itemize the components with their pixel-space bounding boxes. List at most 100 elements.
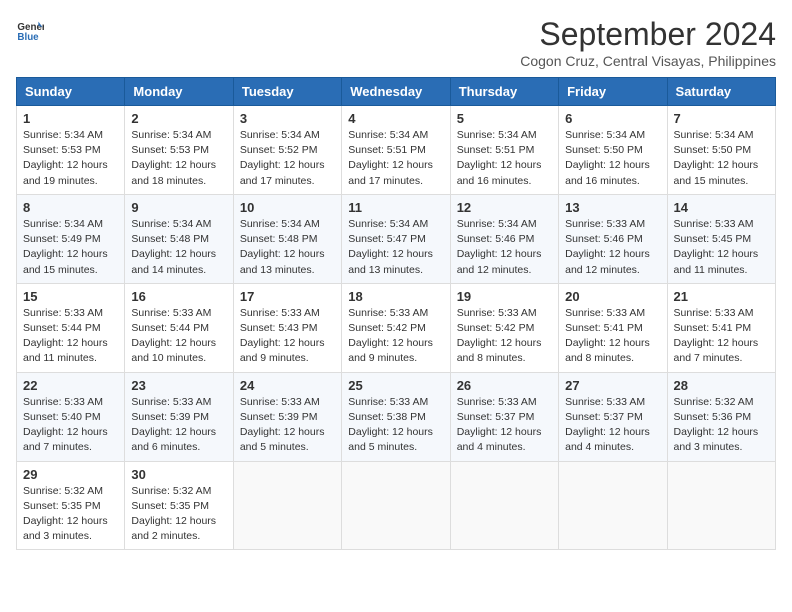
calendar-cell: 1 Sunrise: 5:34 AM Sunset: 5:53 PM Daylig… [17, 106, 125, 195]
calendar-week-1: 1 Sunrise: 5:34 AM Sunset: 5:53 PM Daylig… [17, 106, 776, 195]
day-info: Sunrise: 5:34 AM Sunset: 5:50 PM Dayligh… [565, 128, 660, 189]
calendar-cell: 19Sunrise: 5:33 AM Sunset: 5:42 PM Dayli… [450, 283, 558, 372]
day-info: Sunrise: 5:33 AM Sunset: 5:45 PM Dayligh… [674, 217, 769, 278]
day-info: Sunrise: 5:33 AM Sunset: 5:44 PM Dayligh… [131, 306, 226, 367]
calendar-cell: 26 Sunrise: 5:33 AM Sunset: 5:37 PM Dayli… [450, 372, 558, 461]
weekday-header-thursday: Thursday [450, 78, 558, 106]
day-info: Sunrise: 5:33 AM Sunset: 5:38 PM Dayligh… [348, 395, 443, 456]
weekday-header-saturday: Saturday [667, 78, 775, 106]
calendar-cell: 7 Sunrise: 5:34 AM Sunset: 5:50 PM Daylig… [667, 106, 775, 195]
day-number: 1 [23, 111, 118, 126]
day-info: Sunrise: 5:33 AM Sunset: 5:40 PM Dayligh… [23, 395, 118, 456]
day-number: 7 [674, 111, 769, 126]
calendar-cell: 20 Sunrise: 5:33 AM Sunset: 5:41 PM Dayli… [559, 283, 667, 372]
day-number: 2 [131, 111, 226, 126]
day-number: 10 [240, 200, 335, 215]
day-info: Sunrise: 5:33 AM Sunset: 5:42 PM Dayligh… [348, 306, 443, 367]
calendar-body: 1 Sunrise: 5:34 AM Sunset: 5:53 PM Daylig… [17, 106, 776, 550]
day-number: 17 [240, 289, 335, 304]
day-number: 26 [457, 378, 552, 393]
day-number: 18 [348, 289, 443, 304]
day-info: Sunrise: 5:33 AM Sunset: 5:37 PM Dayligh… [457, 395, 552, 456]
day-info: Sunrise: 5:34 AM Sunset: 5:53 PM Dayligh… [23, 128, 118, 189]
day-number: 22 [23, 378, 118, 393]
calendar-cell [233, 461, 341, 550]
calendar-cell: 18 Sunrise: 5:33 AM Sunset: 5:42 PM Dayli… [342, 283, 450, 372]
day-number: 19 [457, 289, 552, 304]
calendar-cell: 23 Sunrise: 5:33 AM Sunset: 5:39 PM Dayli… [125, 372, 233, 461]
day-number: 27 [565, 378, 660, 393]
calendar-cell: 9 Sunrise: 5:34 AM Sunset: 5:48 PM Daylig… [125, 194, 233, 283]
calendar-week-4: 22 Sunrise: 5:33 AM Sunset: 5:40 PM Dayli… [17, 372, 776, 461]
day-number: 11 [348, 200, 443, 215]
calendar-cell: 24 Sunrise: 5:33 AM Sunset: 5:39 PM Dayli… [233, 372, 341, 461]
day-info: Sunrise: 5:34 AM Sunset: 5:51 PM Dayligh… [457, 128, 552, 189]
calendar-cell [559, 461, 667, 550]
page-header: General Blue September 2024 Cogon Cruz, … [16, 16, 776, 69]
calendar-cell: 14 Sunrise: 5:33 AM Sunset: 5:45 PM Dayli… [667, 194, 775, 283]
day-info: Sunrise: 5:34 AM Sunset: 5:46 PM Dayligh… [457, 217, 552, 278]
calendar-cell: 25 Sunrise: 5:33 AM Sunset: 5:38 PM Dayli… [342, 372, 450, 461]
calendar-cell: 27Sunrise: 5:33 AM Sunset: 5:37 PM Dayli… [559, 372, 667, 461]
calendar-week-2: 8 Sunrise: 5:34 AM Sunset: 5:49 PM Daylig… [17, 194, 776, 283]
weekday-header-wednesday: Wednesday [342, 78, 450, 106]
day-number: 6 [565, 111, 660, 126]
calendar-week-3: 15 Sunrise: 5:33 AM Sunset: 5:44 PM Dayli… [17, 283, 776, 372]
day-number: 16 [131, 289, 226, 304]
calendar-cell: 29Sunrise: 5:32 AM Sunset: 5:35 PM Dayli… [17, 461, 125, 550]
day-number: 3 [240, 111, 335, 126]
day-info: Sunrise: 5:33 AM Sunset: 5:44 PM Dayligh… [23, 306, 118, 367]
day-info: Sunrise: 5:34 AM Sunset: 5:52 PM Dayligh… [240, 128, 335, 189]
calendar-cell [342, 461, 450, 550]
day-number: 14 [674, 200, 769, 215]
day-number: 23 [131, 378, 226, 393]
calendar-cell: 16 Sunrise: 5:33 AM Sunset: 5:44 PM Dayli… [125, 283, 233, 372]
day-number: 20 [565, 289, 660, 304]
day-number: 24 [240, 378, 335, 393]
day-info: Sunrise: 5:32 AM Sunset: 5:36 PM Dayligh… [674, 395, 769, 456]
calendar-cell: 15 Sunrise: 5:33 AM Sunset: 5:44 PM Dayli… [17, 283, 125, 372]
day-number: 12 [457, 200, 552, 215]
calendar-cell: 28Sunrise: 5:32 AM Sunset: 5:36 PM Dayli… [667, 372, 775, 461]
calendar-cell: 8 Sunrise: 5:34 AM Sunset: 5:49 PM Daylig… [17, 194, 125, 283]
weekday-header-row: SundayMondayTuesdayWednesdayThursdayFrid… [17, 78, 776, 106]
weekday-header-sunday: Sunday [17, 78, 125, 106]
day-info: Sunrise: 5:34 AM Sunset: 5:48 PM Dayligh… [131, 217, 226, 278]
calendar-week-5: 29Sunrise: 5:32 AM Sunset: 5:35 PM Dayli… [17, 461, 776, 550]
day-number: 30 [131, 467, 226, 482]
calendar-cell: 30 Sunrise: 5:32 AM Sunset: 5:35 PM Dayli… [125, 461, 233, 550]
day-number: 13 [565, 200, 660, 215]
month-title: September 2024 [520, 16, 776, 53]
day-info: Sunrise: 5:33 AM Sunset: 5:41 PM Dayligh… [565, 306, 660, 367]
calendar-cell [667, 461, 775, 550]
calendar-cell: 6 Sunrise: 5:34 AM Sunset: 5:50 PM Daylig… [559, 106, 667, 195]
calendar-cell: 17 Sunrise: 5:33 AM Sunset: 5:43 PM Dayli… [233, 283, 341, 372]
day-info: Sunrise: 5:34 AM Sunset: 5:53 PM Dayligh… [131, 128, 226, 189]
calendar-cell: 22 Sunrise: 5:33 AM Sunset: 5:40 PM Dayli… [17, 372, 125, 461]
calendar-cell: 11Sunrise: 5:34 AM Sunset: 5:47 PM Dayli… [342, 194, 450, 283]
day-info: Sunrise: 5:33 AM Sunset: 5:46 PM Dayligh… [565, 217, 660, 278]
calendar-cell: 10Sunrise: 5:34 AM Sunset: 5:48 PM Dayli… [233, 194, 341, 283]
logo: General Blue [16, 16, 44, 44]
logo-icon: General Blue [16, 16, 44, 44]
day-info: Sunrise: 5:33 AM Sunset: 5:39 PM Dayligh… [131, 395, 226, 456]
day-info: Sunrise: 5:33 AM Sunset: 5:39 PM Dayligh… [240, 395, 335, 456]
day-info: Sunrise: 5:32 AM Sunset: 5:35 PM Dayligh… [131, 484, 226, 545]
calendar-table: SundayMondayTuesdayWednesdayThursdayFrid… [16, 77, 776, 550]
day-number: 9 [131, 200, 226, 215]
day-number: 15 [23, 289, 118, 304]
day-number: 21 [674, 289, 769, 304]
day-number: 5 [457, 111, 552, 126]
day-info: Sunrise: 5:33 AM Sunset: 5:43 PM Dayligh… [240, 306, 335, 367]
day-info: Sunrise: 5:34 AM Sunset: 5:49 PM Dayligh… [23, 217, 118, 278]
weekday-header-friday: Friday [559, 78, 667, 106]
calendar-cell: 3 Sunrise: 5:34 AM Sunset: 5:52 PM Daylig… [233, 106, 341, 195]
day-info: Sunrise: 5:33 AM Sunset: 5:41 PM Dayligh… [674, 306, 769, 367]
day-info: Sunrise: 5:34 AM Sunset: 5:51 PM Dayligh… [348, 128, 443, 189]
calendar-cell [450, 461, 558, 550]
day-number: 25 [348, 378, 443, 393]
day-number: 8 [23, 200, 118, 215]
location: Cogon Cruz, Central Visayas, Philippines [520, 53, 776, 69]
calendar-cell: 12 Sunrise: 5:34 AM Sunset: 5:46 PM Dayli… [450, 194, 558, 283]
day-info: Sunrise: 5:34 AM Sunset: 5:50 PM Dayligh… [674, 128, 769, 189]
